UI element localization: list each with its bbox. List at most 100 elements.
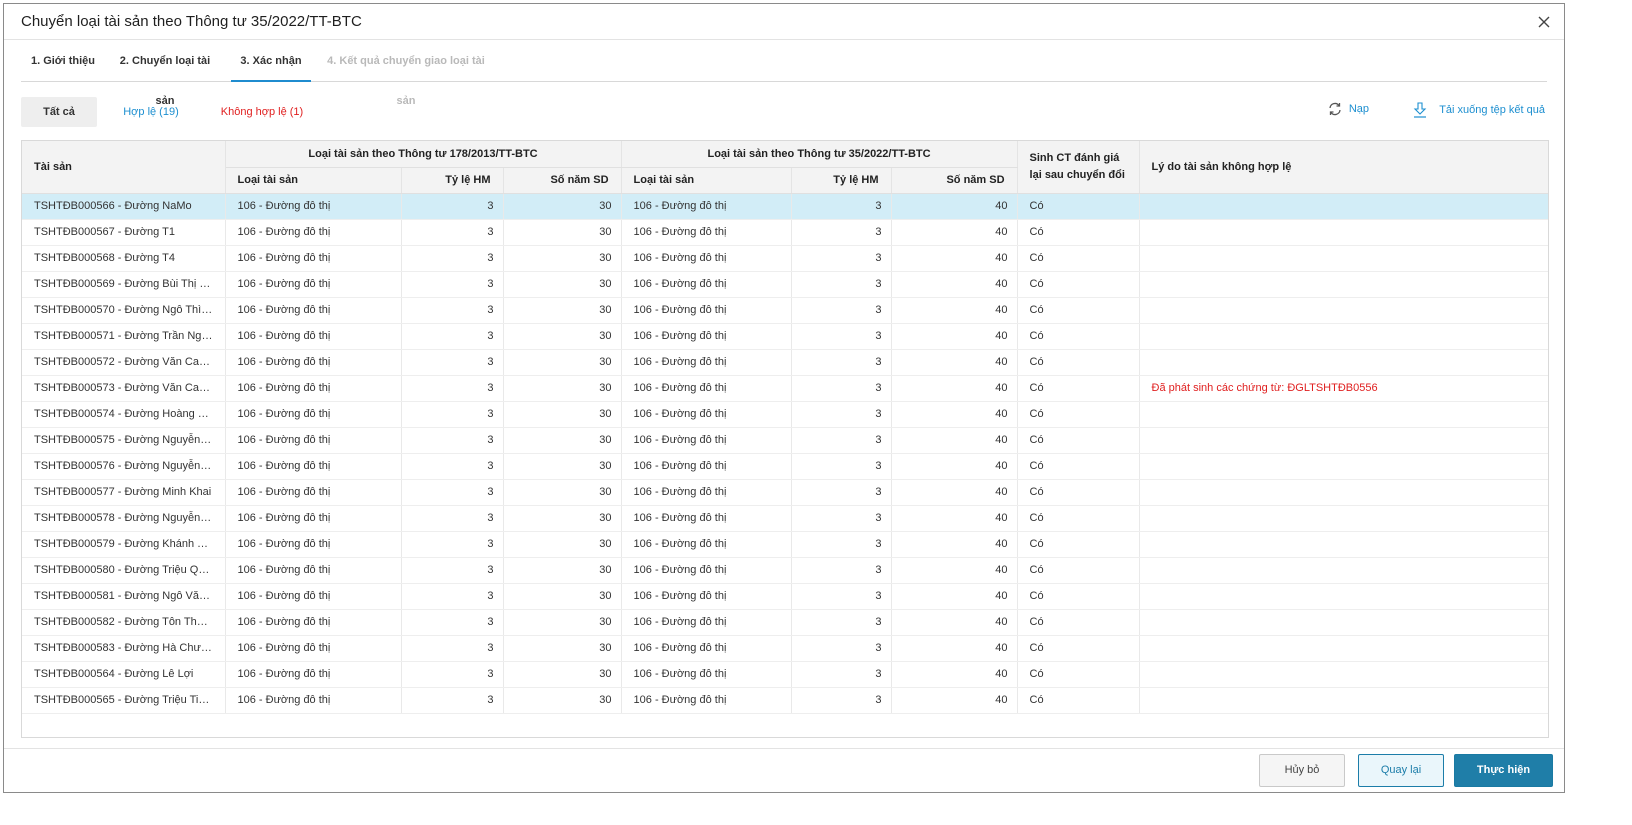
cell-old-type: 106 - Đường đô thị: [225, 661, 402, 688]
cell-new-rate: 3: [791, 323, 892, 350]
cell-old-type: 106 - Đường đô thị: [225, 609, 402, 636]
cell-old-years: 30: [503, 609, 622, 636]
cell-new-years: 40: [891, 349, 1018, 376]
cell-new-rate: 3: [791, 583, 892, 610]
cell-new-years: 40: [891, 297, 1018, 324]
table-row[interactable]: TSHTĐB000567 - Đường T1 106 - Đường đô th…: [22, 219, 1548, 246]
dialog-title: Chuyển loại tài sản theo Thông tư 35/202…: [21, 13, 362, 30]
back-button[interactable]: Quay lại: [1358, 754, 1444, 787]
cell-old-rate: 3: [401, 323, 504, 350]
reload-button[interactable]: Nạp: [1327, 101, 1369, 117]
header-group-old: Loại tài sản theo Thông tư 178/2013/TT-B…: [225, 141, 622, 168]
cell-gen-voucher: Có: [1017, 349, 1140, 376]
table-row[interactable]: TSHTĐB000570 - Đường Ngô Thì Nhậm 106 - Đ…: [22, 297, 1548, 324]
cell-gen-voucher: Có: [1017, 427, 1140, 454]
cell-asset-name: TSHTĐB000570 - Đường Ngô Thì Nhậm: [22, 297, 226, 324]
table-row[interactable]: TSHTĐB000569 - Đường Bùi Thị Xuân 106 - Đ…: [22, 271, 1548, 298]
cell-old-years: 30: [503, 479, 622, 506]
download-result-button[interactable]: Tải xuống tệp kết quả: [1411, 101, 1545, 119]
cell-old-type: 106 - Đường đô thị: [225, 427, 402, 454]
table-row[interactable]: TSHTĐB000583 - Đường Hà Chương 106 - Đườn…: [22, 635, 1548, 662]
tab-confirm[interactable]: 3. Xác nhận: [231, 41, 311, 82]
cell-new-years: 40: [891, 453, 1018, 480]
cell-gen-voucher: Có: [1017, 505, 1140, 532]
table-row[interactable]: TSHTĐB000566 - Đường NaMo 106 - Đường đô …: [22, 193, 1548, 220]
cell-old-type: 106 - Đường đô thị: [225, 349, 402, 376]
execute-button[interactable]: Thực hiện: [1454, 754, 1553, 787]
table-row[interactable]: TSHTĐB000582 - Đường Tôn Thất Thuyết 106 …: [22, 609, 1548, 636]
table-row[interactable]: TSHTĐB000579 - Đường Khánh Yên 106 - Đườn…: [22, 531, 1548, 558]
filter-all[interactable]: Tất cả: [21, 97, 97, 127]
cell-gen-voucher: Có: [1017, 453, 1140, 480]
cell-old-rate: 3: [401, 271, 504, 298]
table-row[interactable]: TSHTĐB000577 - Đường Minh Khai 106 - Đườn…: [22, 479, 1548, 506]
cell-new-rate: 3: [791, 219, 892, 246]
cell-asset-name: TSHTĐB000569 - Đường Bùi Thị Xuân: [22, 271, 226, 298]
cell-gen-voucher: Có: [1017, 557, 1140, 584]
cell-new-years: 40: [891, 531, 1018, 558]
cell-asset-name: TSHTĐB000583 - Đường Hà Chương: [22, 635, 226, 662]
table-row[interactable]: TSHTĐB000572 - Đường Văn Cao 1 106 - Đườn…: [22, 349, 1548, 376]
cell-new-years: 40: [891, 375, 1018, 402]
cell-old-type: 106 - Đường đô thị: [225, 453, 402, 480]
cell-new-type: 106 - Đường đô thị: [621, 557, 792, 584]
cell-old-years: 30: [503, 453, 622, 480]
cell-new-type: 106 - Đường đô thị: [621, 401, 792, 428]
cell-new-type: 106 - Đường đô thị: [621, 219, 792, 246]
cell-gen-voucher: Có: [1017, 297, 1140, 324]
cell-new-years: 40: [891, 505, 1018, 532]
tab-introduction[interactable]: 1. Giới thiệu: [21, 41, 105, 82]
cell-asset-name: TSHTĐB000565 - Đường Triệu Tiến Thành: [22, 687, 226, 714]
cell-new-type: 106 - Đường đô thị: [621, 453, 792, 480]
tab-convert-asset-type[interactable]: 2. Chuyển loại tài sản: [109, 41, 221, 107]
cell-old-type: 106 - Đường đô thị: [225, 401, 402, 428]
cell-old-type: 106 - Đường đô thị: [225, 245, 402, 272]
cell-invalid-reason: Đã phát sinh các chứng từ: ĐGLTSHTĐB0556: [1139, 375, 1548, 402]
cell-invalid-reason: [1139, 349, 1548, 376]
cell-new-years: 40: [891, 245, 1018, 272]
cell-invalid-reason: [1139, 505, 1548, 532]
header-old-rate: Tỷ lệ HM: [401, 166, 504, 194]
close-icon: [1538, 16, 1550, 28]
cell-old-type: 106 - Đường đô thị: [225, 557, 402, 584]
cell-asset-name: TSHTĐB000571 - Đường Trần Nguyên Hãn: [22, 323, 226, 350]
cell-new-rate: 3: [791, 375, 892, 402]
close-button[interactable]: [1534, 12, 1554, 32]
table-row[interactable]: TSHTĐB000571 - Đường Trần Nguyên Hãn106 …: [22, 323, 1548, 350]
cell-invalid-reason: [1139, 635, 1548, 662]
table-row[interactable]: TSHTĐB000564 - Đường Lê Lợi 106 - Đường đ…: [22, 661, 1548, 688]
step-tabs: 1. Giới thiệu 2. Chuyển loại tài sản 3. …: [21, 41, 1547, 107]
table-row[interactable]: TSHTĐB000565 - Đường Triệu Tiến Thành 106…: [22, 687, 1548, 714]
cell-gen-voucher: Có: [1017, 687, 1140, 714]
cell-old-rate: 3: [401, 661, 504, 688]
cell-gen-voucher: Có: [1017, 401, 1140, 428]
table-row[interactable]: TSHTĐB000576 - Đường Nguyễn Huệ 106 - Đườ…: [22, 453, 1548, 480]
cell-asset-name: TSHTĐB000572 - Đường Văn Cao 1: [22, 349, 226, 376]
table-row[interactable]: TSHTĐB000580 - Đường Triệu Quang Phục106…: [22, 557, 1548, 584]
cell-new-type: 106 - Đường đô thị: [621, 427, 792, 454]
table-row[interactable]: TSHTĐB000578 - Đường Nguyễn Tri Phương10…: [22, 505, 1548, 532]
table-row[interactable]: TSHTĐB000575 - Đường Nguyễn Huệ 106 - Đườ…: [22, 427, 1548, 454]
table-row[interactable]: TSHTĐB000574 - Đường Hoàng Diệu 106 - Đườ…: [22, 401, 1548, 428]
cancel-button[interactable]: Hủy bỏ: [1259, 754, 1345, 787]
cell-old-years: 30: [503, 661, 622, 688]
cell-new-rate: 3: [791, 271, 892, 298]
header-reason: Lý do tài sản không hợp lệ: [1139, 141, 1548, 194]
filter-invalid[interactable]: Không hợp lệ (1): [217, 97, 307, 127]
cell-old-years: 30: [503, 375, 622, 402]
cell-new-type: 106 - Đường đô thị: [621, 193, 792, 220]
table-row[interactable]: TSHTĐB000568 - Đường T4 106 - Đường đô th…: [22, 245, 1548, 272]
cell-gen-voucher: Có: [1017, 479, 1140, 506]
cell-old-years: 30: [503, 297, 622, 324]
cell-gen-voucher: Có: [1017, 245, 1140, 272]
tab-transfer-result[interactable]: 4. Kết quả chuyển giao loại tài sản: [321, 41, 491, 107]
cell-gen-voucher: Có: [1017, 661, 1140, 688]
filter-valid[interactable]: Hợp lệ (19): [111, 97, 191, 127]
cell-invalid-reason: [1139, 661, 1548, 688]
header-asset: Tài sản: [22, 141, 226, 194]
cell-invalid-reason: [1139, 531, 1548, 558]
cell-invalid-reason: [1139, 453, 1548, 480]
table-row[interactable]: TSHTĐB000581 - Đường Ngô Văn Sở 106 - Đườ…: [22, 583, 1548, 610]
cell-new-years: 40: [891, 583, 1018, 610]
table-row[interactable]: TSHTĐB000573 - Đường Văn Cao 2 106 - Đườn…: [22, 375, 1548, 402]
